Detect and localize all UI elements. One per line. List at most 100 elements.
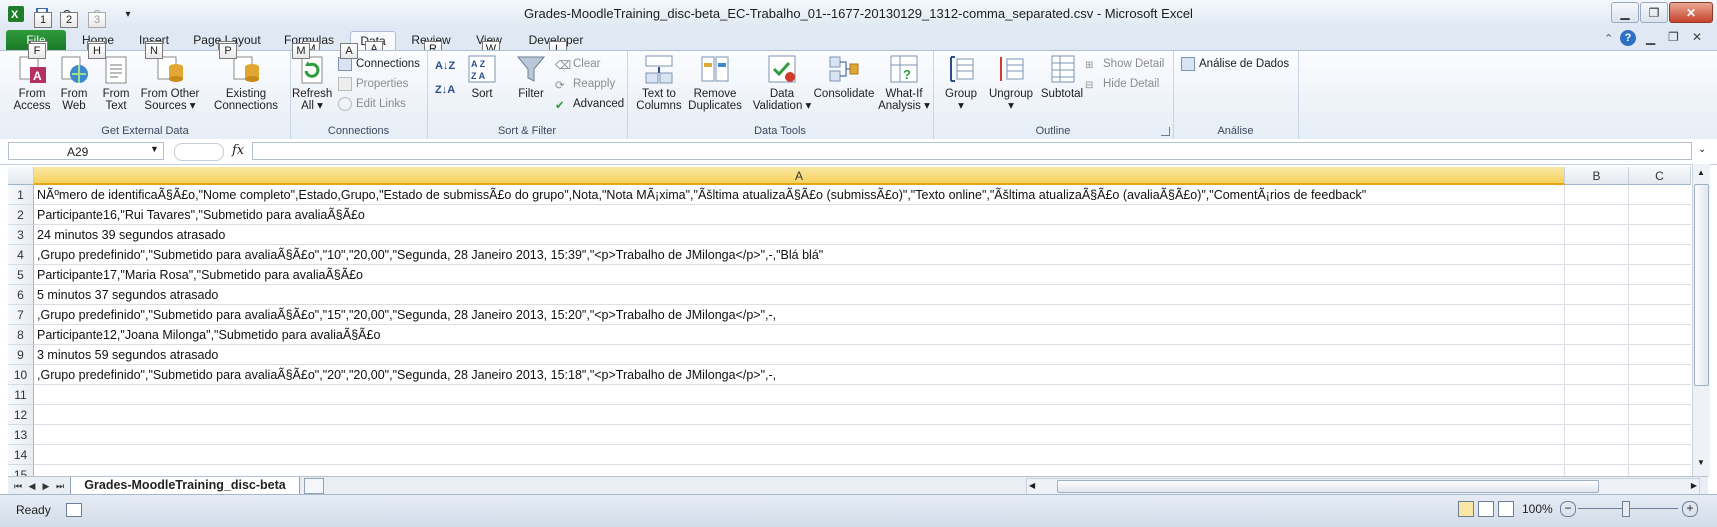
sheet-tab[interactable]: Grades-MoodleTraining_disc-beta (70, 477, 300, 495)
cell-c[interactable] (1629, 345, 1691, 365)
cell-c[interactable] (1629, 205, 1691, 225)
remove-duplicates-button[interactable]: Remove Duplicates (685, 53, 745, 112)
text-to-columns-button[interactable]: Text to Columns (633, 53, 685, 112)
vertical-scrollbar[interactable]: ▲ ▼ (1692, 164, 1710, 476)
expand-formula-bar-icon[interactable]: ⌄ (1698, 144, 1706, 155)
cell-a[interactable] (34, 405, 1565, 425)
name-box[interactable]: A29 (8, 142, 164, 160)
insert-worksheet-icon[interactable] (304, 478, 324, 494)
row-header[interactable]: 11 (8, 385, 34, 405)
workbook-restore-icon[interactable]: ❐ (1668, 30, 1679, 44)
from-other-sources-button[interactable]: From Other Sources ▾ (138, 53, 202, 112)
scroll-right-icon[interactable]: ▶ (1691, 479, 1697, 493)
subtotal-button[interactable]: Subtotal (1037, 53, 1087, 100)
close-button[interactable]: ✕ (1669, 2, 1713, 23)
cell-c[interactable] (1629, 185, 1691, 205)
from-web-button[interactable]: From Web (54, 53, 94, 112)
zoom-slider-thumb[interactable] (1622, 501, 1630, 517)
cell-b[interactable] (1565, 325, 1629, 345)
normal-view-icon[interactable] (1458, 501, 1474, 517)
horizontal-scrollbar[interactable]: ◀ ▶ (1026, 478, 1700, 495)
cell-b[interactable] (1565, 405, 1629, 425)
sort-a-to-z-button[interactable]: A↓Z (435, 57, 455, 75)
cell-b[interactable] (1565, 445, 1629, 465)
cell-a[interactable]: ,Grupo predefinido","Submetido para aval… (34, 305, 1565, 325)
cell-c[interactable] (1629, 405, 1691, 425)
reapply-button[interactable]: ⟳ Reapply (555, 75, 615, 93)
edit-links-button[interactable]: Edit Links (338, 95, 406, 113)
row-header[interactable]: 13 (8, 425, 34, 445)
cell-a[interactable] (34, 445, 1565, 465)
cell-b[interactable] (1565, 285, 1629, 305)
workbook-minimize-icon[interactable]: ▁ (1646, 31, 1655, 45)
ungroup-button[interactable]: Ungroup ▾ (985, 53, 1037, 112)
cell-a[interactable]: Participante16,"Rui Tavares","Submetido … (34, 205, 1565, 225)
cell-b[interactable] (1565, 225, 1629, 245)
cell-a[interactable]: NÃºmero de identificaÃ§Ã£o,"Nome complet… (34, 185, 1565, 205)
cell-b[interactable] (1565, 205, 1629, 225)
cell-b[interactable] (1565, 425, 1629, 445)
from-text-button[interactable]: From Text (96, 53, 136, 112)
cell-a[interactable]: Participante12,"Joana Milonga","Submetid… (34, 325, 1565, 345)
cell-c[interactable] (1629, 305, 1691, 325)
scroll-down-icon[interactable]: ▼ (1694, 456, 1708, 470)
sort-button[interactable]: A ZZ A Sort (461, 53, 503, 100)
cell-a[interactable] (34, 425, 1565, 445)
cell-c[interactable] (1629, 445, 1691, 465)
vertical-scroll-thumb[interactable] (1694, 184, 1709, 386)
cell-a[interactable] (34, 465, 1565, 476)
cell-b[interactable] (1565, 185, 1629, 205)
analise-de-dados-button[interactable]: Análise de Dados (1181, 55, 1289, 73)
row-header[interactable]: 5 (8, 265, 34, 285)
hide-detail-button[interactable]: ⊟ Hide Detail (1085, 75, 1159, 93)
show-detail-button[interactable]: ⊞ Show Detail (1085, 55, 1164, 73)
row-header[interactable]: 6 (8, 285, 34, 305)
cell-c[interactable] (1629, 425, 1691, 445)
row-header[interactable]: 15 (8, 465, 34, 476)
scroll-left-icon[interactable]: ◀ (1029, 479, 1035, 493)
prev-sheet-icon[interactable]: ◀ (26, 479, 38, 493)
properties-button[interactable]: Properties (338, 75, 408, 93)
cell-a[interactable]: ,Grupo predefinido","Submetido para aval… (34, 365, 1565, 385)
cell-a[interactable]: Participante17,"Maria Rosa","Submetido p… (34, 265, 1565, 285)
help-icon[interactable]: ? (1620, 30, 1636, 46)
from-access-button[interactable]: A From Access (10, 53, 54, 112)
row-header[interactable]: 12 (8, 405, 34, 425)
name-box-dropdown-icon[interactable]: ▼ (150, 144, 159, 154)
refresh-all-button[interactable]: Refresh All ▾ (292, 53, 332, 112)
filter-button[interactable]: Filter (511, 53, 551, 100)
cell-a[interactable] (34, 385, 1565, 405)
cell-a[interactable]: ,Grupo predefinido","Submetido para aval… (34, 245, 1565, 265)
insert-function-icon[interactable]: fx (232, 143, 244, 158)
existing-connections-button[interactable]: Existing Connections (210, 53, 282, 112)
maximize-button[interactable]: ❐ (1640, 2, 1668, 23)
cell-c[interactable] (1629, 245, 1691, 265)
next-sheet-icon[interactable]: ▶ (40, 479, 52, 493)
cell-b[interactable] (1565, 305, 1629, 325)
cell-b[interactable] (1565, 465, 1629, 476)
page-layout-view-icon[interactable] (1478, 501, 1494, 517)
cell-c[interactable] (1629, 225, 1691, 245)
row-header[interactable]: 3 (8, 225, 34, 245)
row-header[interactable]: 14 (8, 445, 34, 465)
formula-bar-resize-handle[interactable] (174, 143, 224, 161)
zoom-level[interactable]: 100% (1522, 502, 1553, 516)
group-button[interactable]: Group ▾ (941, 53, 981, 112)
row-header[interactable]: 8 (8, 325, 34, 345)
cell-b[interactable] (1565, 365, 1629, 385)
cell-c[interactable] (1629, 325, 1691, 345)
sort-z-to-a-button[interactable]: Z↓A (435, 81, 455, 99)
page-break-view-icon[interactable] (1498, 501, 1514, 517)
row-header[interactable]: 7 (8, 305, 34, 325)
first-sheet-icon[interactable]: ⏮ (12, 479, 24, 493)
last-sheet-icon[interactable]: ⏭ (54, 479, 66, 493)
minimize-ribbon-icon[interactable]: ⌃ (1604, 32, 1613, 45)
formula-input[interactable] (252, 142, 1692, 160)
cell-a[interactable]: 5 minutos 37 segundos atrasado (34, 285, 1565, 305)
what-if-analysis-button[interactable]: ? What-If Analysis ▾ (877, 53, 931, 112)
cell-c[interactable] (1629, 365, 1691, 385)
scroll-up-icon[interactable]: ▲ (1694, 166, 1708, 180)
row-header[interactable]: 9 (8, 345, 34, 365)
zoom-in-icon[interactable]: + (1682, 501, 1698, 517)
advanced-button[interactable]: ✔ Advanced (555, 95, 624, 113)
